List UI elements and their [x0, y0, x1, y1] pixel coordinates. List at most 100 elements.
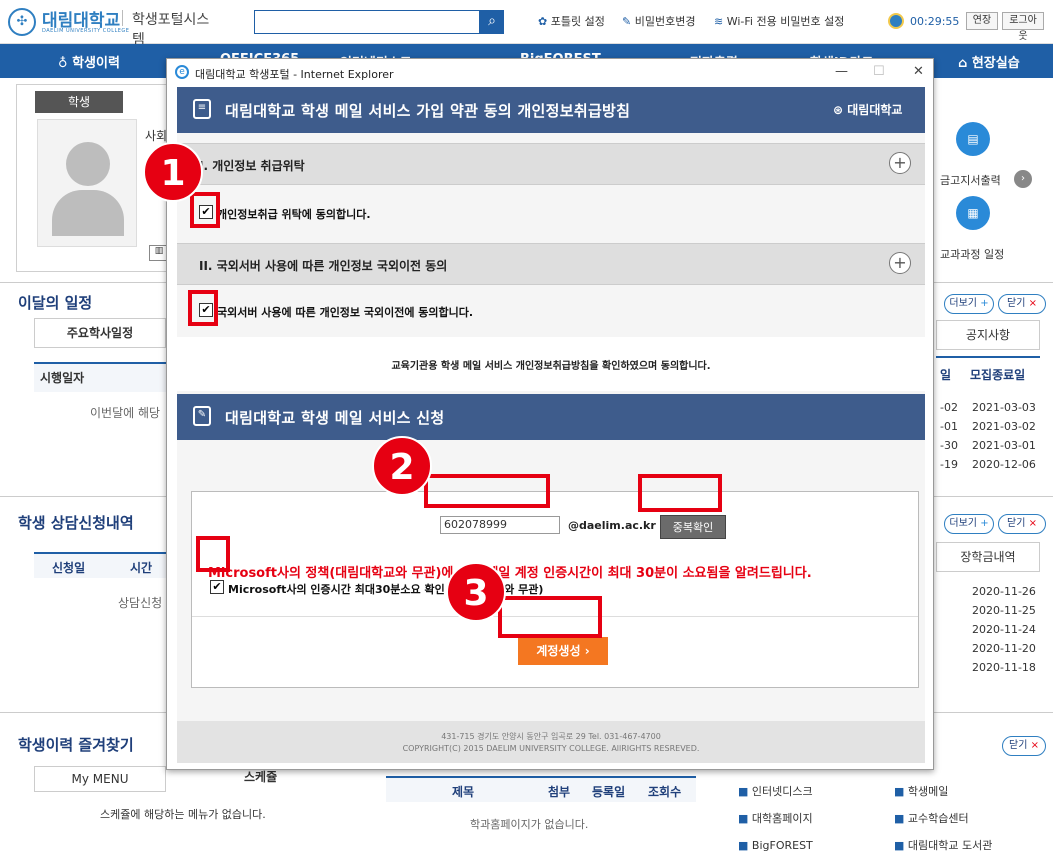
quick-link-label: 인터넷디스크 — [751, 785, 813, 798]
counsel-empty-text: 상담신청 — [118, 596, 163, 610]
col-date: 등록일 — [592, 785, 626, 799]
create-account-label: 계정생성 — [536, 644, 581, 658]
window-titlebar[interactable]: e 대림대학교 학생포털 - Internet Explorer — ☐ ✕ — [167, 59, 933, 87]
signup-form: 602078999 @daelim.ac.kr 중복확인 Microsoft사의… — [191, 491, 919, 688]
highlight-create-button — [498, 596, 602, 638]
tab-my-menu[interactable]: My MENU — [34, 766, 166, 792]
quick-link-homepage[interactable]: ■ 대학홈페이지 — [738, 805, 813, 832]
footer-address: 431-715 경기도 안양시 동안구 임곡로 29 Tel. 031-467-… — [441, 732, 661, 741]
recruit-start-col: -02 -01 -30 -19 — [940, 398, 958, 474]
list-item: 2020-11-18 — [972, 661, 1036, 674]
counsel-title: 학생 상담신청내역 — [18, 514, 134, 532]
popup-content: ≡ 대림대학교 학생 메일 서비스 가입 약관 동의 개인정보취급방침 ⊛ 대림… — [177, 87, 925, 763]
nav-item-field-practice[interactable]: ⌂ 현장실습 — [958, 52, 1020, 71]
more-button[interactable]: 더보기 + — [944, 514, 994, 534]
invoice-print-label[interactable]: 금고지서출력 — [940, 172, 1001, 188]
wifi-password-label: Wi-Fi 전용 비밀번호 설정 — [726, 15, 845, 28]
nav-item-student-history[interactable]: ♁ 학생이력 — [58, 52, 120, 71]
counsel-col-time: 시간 — [130, 561, 153, 575]
pencil-icon: ✎ — [622, 15, 632, 28]
logout-button[interactable]: 로그아웃 — [1002, 12, 1044, 42]
tab-schedule[interactable]: 스케쥴 — [244, 768, 277, 785]
bullet-icon: ■ — [894, 812, 905, 825]
highlight-ms-checkbox — [196, 536, 230, 572]
avatar-body — [52, 190, 124, 236]
col-attach: 첨부 — [548, 785, 571, 799]
duplicate-check-button[interactable]: 중복확인 — [660, 515, 726, 539]
quick-link-teaching-center[interactable]: ■ 교수학습센터 — [894, 805, 992, 832]
table-cell: -30 — [940, 439, 958, 452]
account-id-input[interactable]: 602078999 — [440, 516, 560, 534]
search-input[interactable] — [254, 10, 480, 34]
avatar-head — [66, 142, 110, 186]
section-consignment-header[interactable]: I. 개인정보 취급위탁 + — [177, 143, 925, 185]
highlight-duplicate-check — [638, 474, 722, 512]
confirm-text: 교육기관용 학생 메일 서비스 개인정보취급방침을 확인하였으며 동의합니다. — [391, 361, 711, 372]
arrow-right-icon[interactable]: › — [1014, 170, 1032, 188]
university-logo[interactable]: ✣ 대림대학교 DAELIM UNIVERSITY COLLEGE 학생포털시스… — [8, 6, 218, 48]
quick-link-label: 교수학습센터 — [907, 812, 969, 825]
quick-link-bigforest[interactable]: ■ BigFOREST — [738, 832, 813, 859]
table-cell: 2021-03-03 — [972, 401, 1036, 414]
timer-value: 00:29:55 — [910, 15, 960, 28]
logo-subtext: DAELIM UNIVERSITY COLLEGE — [42, 28, 130, 34]
quick-link-student-mail[interactable]: ■ 학생메일 — [894, 778, 992, 805]
building-icon: ⌂ — [958, 56, 968, 71]
consignment-check-label: 개인정보취급 위탁에 동의합니다. — [217, 208, 371, 221]
portal-title: 학생포털시스템 — [132, 12, 210, 48]
close-button[interactable]: 닫기 × — [1002, 736, 1046, 756]
tab-academic-schedule[interactable]: 주요학사일정 — [34, 318, 166, 348]
month-schedule-title: 이달의 일정 — [18, 294, 93, 312]
section-overseas-header[interactable]: II. 국외서버 사용에 따른 개인정보 국외이전 동의 + — [177, 243, 925, 285]
table-cell: 2020-12-06 — [972, 458, 1036, 471]
expand-icon[interactable]: + — [889, 252, 911, 274]
signup-banner-title: 대림대학교 학생 메일 서비스 신청 — [225, 409, 445, 427]
list-item: 2020-11-26 — [972, 585, 1036, 598]
extend-button[interactable]: 연장 — [966, 12, 998, 30]
curriculum-icon[interactable]: ▦ — [956, 196, 990, 230]
curriculum-label[interactable]: 교과과정 일정 — [940, 246, 1004, 262]
more-button[interactable]: 더보기 + — [944, 294, 994, 314]
tab-scholarship[interactable]: 장학금내역 — [936, 542, 1040, 572]
maximize-icon[interactable]: ☐ — [873, 64, 885, 79]
minimize-icon[interactable]: — — [835, 64, 848, 79]
wifi-password-link[interactable]: ≋ Wi-Fi 전용 비밀번호 설정 — [714, 13, 844, 29]
ms-auth-checkbox[interactable]: ✔ — [210, 580, 224, 594]
quick-link-library[interactable]: ■ 대림대학교 도서관 — [894, 832, 992, 859]
student-tab[interactable]: 학생 — [35, 91, 123, 113]
ie-icon: e — [175, 65, 189, 79]
list-item: 2020-11-20 — [972, 642, 1036, 655]
bullet-icon: ■ — [738, 785, 749, 798]
col-views: 조회수 — [648, 785, 682, 799]
avatar — [37, 119, 137, 247]
expand-icon[interactable]: + — [889, 152, 911, 174]
tab-notice[interactable]: 공지사항 — [936, 320, 1040, 350]
search-icon[interactable]: ⌕ — [480, 10, 504, 34]
create-account-button[interactable]: 계정생성 › — [518, 637, 608, 665]
change-password-link[interactable]: ✎ 비밀번호변경 — [622, 13, 695, 29]
list-item: 2020-11-24 — [972, 623, 1036, 636]
terms-banner: ≡ 대림대학교 학생 메일 서비스 가입 약관 동의 개인정보취급방침 ⊛ 대림… — [177, 87, 925, 133]
list-item: 2020-11-25 — [972, 604, 1036, 617]
dept-table-header: 제목 첨부 등록일 조회수 — [386, 776, 696, 802]
footer-copyright: COPYRIGHT(C) 2015 DAELIM UNIVERSITY COLL… — [402, 744, 700, 753]
bullet-icon: ■ — [894, 785, 905, 798]
logo-emblem-icon: ✣ — [8, 8, 36, 36]
portlet-settings-link[interactable]: ✿ 포틀릿 설정 — [538, 13, 605, 29]
logo-emblem-icon: ⊛ — [833, 103, 844, 117]
close-label: 닫기 — [1009, 740, 1028, 751]
close-button[interactable]: 닫기 × — [998, 514, 1046, 534]
section-consignment-title: I. 개인정보 취급위탁 — [199, 159, 305, 173]
close-button[interactable]: 닫기 × — [998, 294, 1046, 314]
close-label: 닫기 — [1007, 298, 1026, 309]
quick-link-internet-disk[interactable]: ■ 인터넷디스크 — [738, 778, 813, 805]
close-icon[interactable]: ✕ — [913, 64, 924, 79]
divider — [122, 10, 123, 26]
popup-footer: 431-715 경기도 안양시 동안구 임곡로 29 Tel. 031-467-… — [177, 721, 925, 763]
email-domain: @daelim.ac.kr — [568, 519, 656, 532]
bullet-icon: ■ — [894, 839, 905, 852]
session-timer: 00:29:55 연장 로그아웃 — [888, 10, 1044, 42]
more-label: 더보기 — [949, 518, 978, 529]
invoice-icon[interactable]: ▤ — [956, 122, 990, 156]
plus-icon: + — [980, 298, 989, 309]
